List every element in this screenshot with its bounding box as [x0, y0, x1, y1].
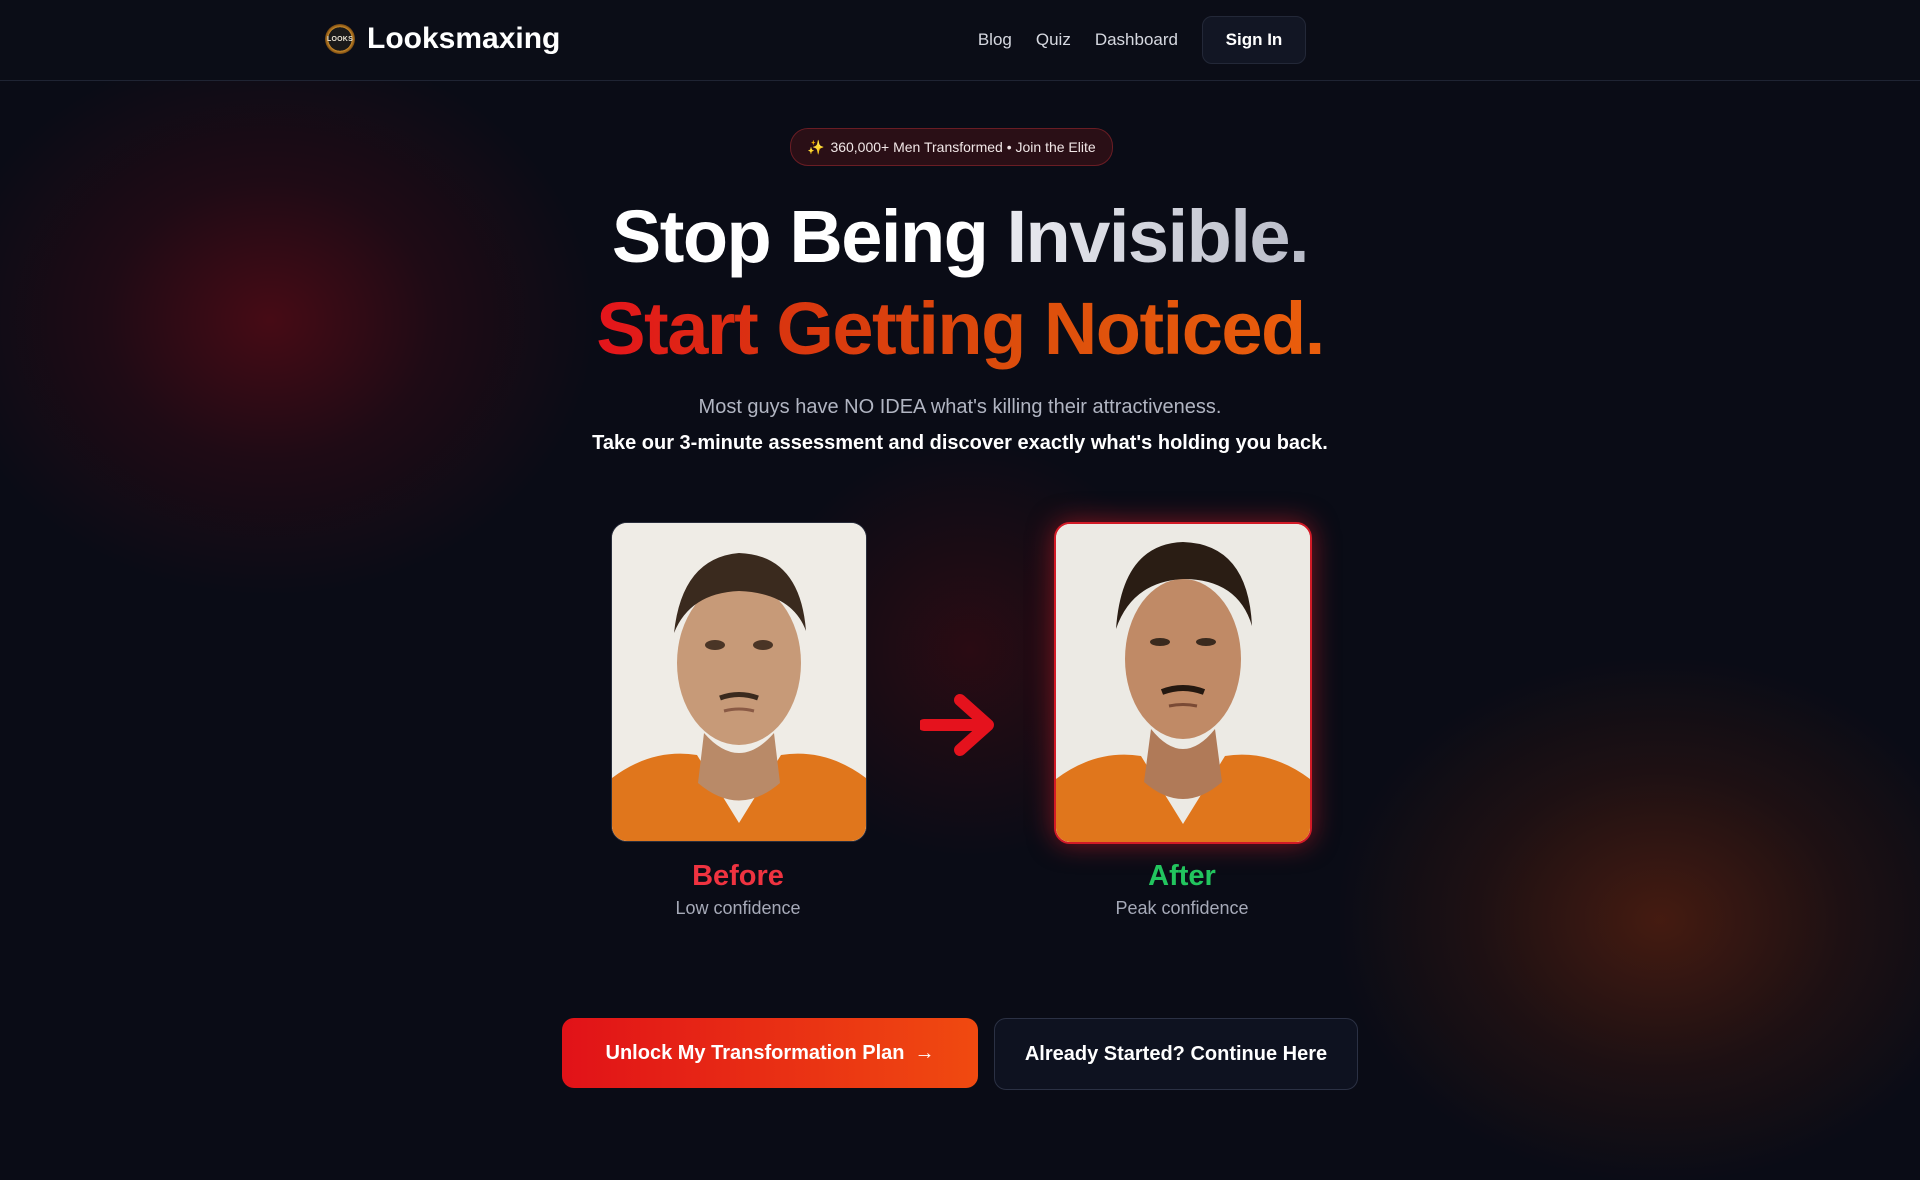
- unlock-transformation-plan-button[interactable]: Unlock My Transformation Plan →: [562, 1018, 978, 1088]
- after-caption: Peak confidence: [1115, 898, 1249, 918]
- headline-part-1: Stop Being: [611, 195, 989, 278]
- logo-icon: LOOKS: [325, 24, 355, 54]
- nav-link-quiz[interactable]: Quiz: [1036, 30, 1071, 50]
- top-navbar: LOOKS Looksmaxing Blog Quiz Dashboard Si…: [0, 0, 1920, 81]
- primary-cta-label: Unlock My Transformation Plan: [605, 1041, 905, 1064]
- arrow-right-icon: [920, 694, 994, 756]
- headline-line-1: Stop Being Invisible.: [0, 200, 1920, 274]
- headline-gradient-text: Start Getting Noticed.: [596, 287, 1325, 370]
- after-photo: [1054, 522, 1312, 844]
- nav-link-blog[interactable]: Blog: [978, 30, 1012, 50]
- headline-line-2: Start Getting Noticed.: [0, 292, 1920, 366]
- background-glow-right: [1340, 660, 1920, 1180]
- sign-in-button[interactable]: Sign In: [1202, 16, 1306, 64]
- nav-link-dashboard[interactable]: Dashboard: [1095, 30, 1178, 50]
- before-photo: [611, 522, 867, 842]
- main-nav: Blog Quiz Dashboard Sign In: [978, 16, 1306, 64]
- sparkles-icon: ✨: [807, 138, 825, 155]
- subheadline-bold: Take our 3-minute assessment and discove…: [592, 432, 1328, 454]
- badge-text: 360,000+ Men Transformed • Join the Elit…: [830, 139, 1096, 155]
- brand[interactable]: LOOKS Looksmaxing: [325, 22, 560, 56]
- subheadline: Most guys have NO IDEA what's killing th…: [698, 396, 1222, 418]
- headline-part-2: Invisible.: [1006, 195, 1309, 278]
- arrow-right-small-icon: →: [914, 1041, 935, 1064]
- social-proof-badge: ✨ 360,000+ Men Transformed • Join the El…: [790, 128, 1113, 166]
- brand-name[interactable]: Looksmaxing: [367, 22, 560, 56]
- before-label: Before: [692, 860, 784, 892]
- logo-text: LOOKS: [327, 35, 353, 43]
- before-caption: Low confidence: [675, 898, 801, 918]
- after-label: After: [1148, 860, 1216, 892]
- continue-here-button[interactable]: Already Started? Continue Here: [994, 1018, 1358, 1090]
